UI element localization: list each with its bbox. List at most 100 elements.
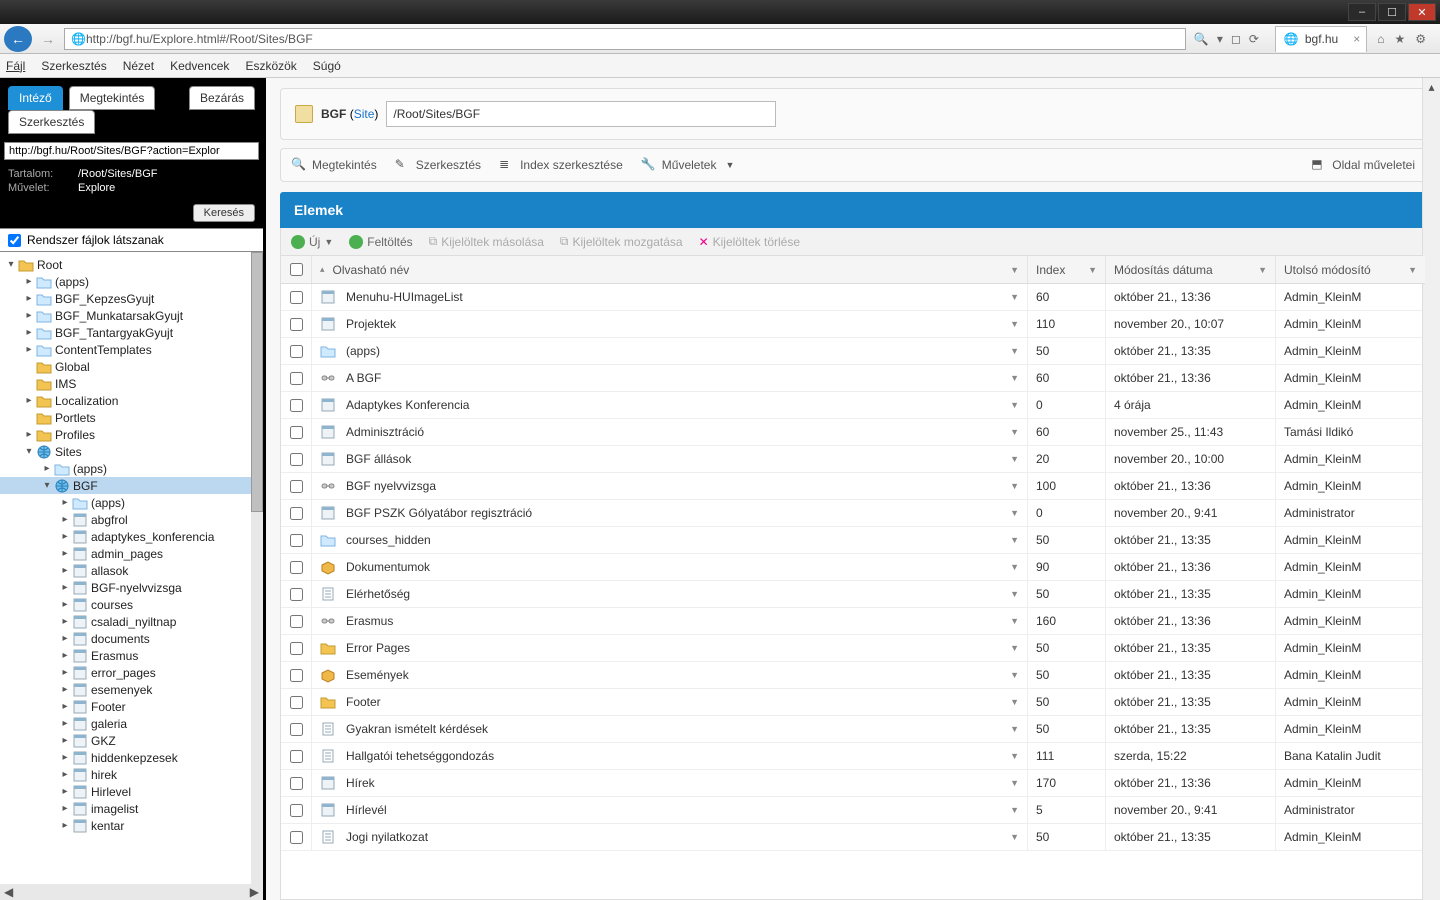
row-checkbox[interactable] (290, 291, 303, 304)
table-row[interactable]: Hallgatói tehetséggondozás▼111szerda, 15… (281, 743, 1425, 770)
toolbar-ops-dropdown[interactable]: 🔧Műveletek▼ (641, 157, 735, 173)
menu-view[interactable]: Nézet (123, 59, 154, 73)
row-checkbox[interactable] (290, 804, 303, 817)
tree-expand-icon[interactable]: ▸ (60, 718, 70, 729)
row-menu-icon[interactable]: ▼ (1010, 292, 1019, 302)
address-bar[interactable]: 🌐 http://bgf.hu/Explore.html#/Root/Sites… (64, 28, 1186, 50)
tree-expand-icon[interactable]: ▸ (60, 497, 70, 508)
row-menu-icon[interactable]: ▼ (1010, 670, 1019, 680)
sidebar-close-button[interactable]: Bezárás (189, 86, 255, 110)
grid-header-user[interactable]: Utolsó módosító▼ (1275, 256, 1425, 283)
action-new-dropdown[interactable]: Új▼ (291, 235, 333, 249)
sidebar-tab-edit[interactable]: Szerkesztés (8, 110, 95, 134)
tree-expand-icon[interactable]: ▸ (24, 344, 34, 355)
row-menu-icon[interactable]: ▼ (1010, 454, 1019, 464)
tree-node[interactable]: ▸esemenyek (0, 681, 263, 698)
tree-node[interactable]: ▸galeria (0, 715, 263, 732)
table-row[interactable]: Hírlevél▼5november 20., 9:41Administrato… (281, 797, 1425, 824)
tree-node[interactable]: ▸Erasmus (0, 647, 263, 664)
menu-favorites[interactable]: Kedvencek (170, 59, 229, 73)
row-checkbox[interactable] (290, 453, 303, 466)
tree-node[interactable]: ▸Localization (0, 392, 263, 409)
window-maximize-button[interactable]: ☐ (1378, 3, 1406, 21)
tree-node[interactable]: Global (0, 358, 263, 375)
row-menu-icon[interactable]: ▼ (1010, 319, 1019, 329)
tree-node[interactable]: ▾Sites (0, 443, 263, 460)
tree-expand-icon[interactable]: ▸ (24, 310, 34, 321)
chevron-down-icon[interactable]: ▼ (1088, 265, 1097, 275)
tree-node[interactable]: ▸(apps) (0, 460, 263, 477)
tree-view[interactable]: ▾Root▸(apps)▸BGF_KepzesGyujt▸BGF_Munkata… (0, 252, 263, 884)
tree-expand-icon[interactable]: ▸ (60, 667, 70, 678)
content-scrollbar[interactable]: ▴ (1422, 78, 1440, 900)
tree-node[interactable]: ▸hiddenkepzesek (0, 749, 263, 766)
scroll-up-icon[interactable]: ▴ (1423, 78, 1440, 96)
table-row[interactable]: Események▼50október 21., 13:35Admin_Klei… (281, 662, 1425, 689)
tree-node[interactable]: ▸Footer (0, 698, 263, 715)
browser-tab-active[interactable]: 🌐 bgf.hu × (1275, 26, 1367, 52)
tree-node[interactable]: ▸(apps) (0, 494, 263, 511)
tree-expand-icon[interactable]: ▸ (60, 599, 70, 610)
row-menu-icon[interactable]: ▼ (1010, 751, 1019, 761)
row-checkbox[interactable] (290, 426, 303, 439)
window-close-button[interactable]: ✕ (1408, 3, 1436, 21)
row-checkbox[interactable] (290, 480, 303, 493)
tree-hscrollbar[interactable]: ◀▶ (0, 884, 263, 900)
sidebar-tab-explore[interactable]: Intéző (8, 86, 63, 110)
tree-expand-icon[interactable]: ▸ (60, 786, 70, 797)
tree-expand-icon[interactable]: ▸ (60, 548, 70, 559)
sidebar-search-button[interactable]: Keresés (193, 204, 255, 222)
tree-expand-icon[interactable]: ▸ (42, 463, 52, 474)
toolbar-view-button[interactable]: 🔍Megtekintés (291, 157, 377, 173)
table-row[interactable]: Jogi nyilatkozat▼50október 21., 13:35Adm… (281, 824, 1425, 851)
tree-node[interactable]: ▸ContentTemplates (0, 341, 263, 358)
table-row[interactable]: BGF állások▼20november 20., 10:00Admin_K… (281, 446, 1425, 473)
table-row[interactable]: A BGF▼60október 21., 13:36Admin_KleinM (281, 365, 1425, 392)
table-row[interactable]: Dokumentumok▼90október 21., 13:36Admin_K… (281, 554, 1425, 581)
tree-scroll-thumb[interactable] (251, 252, 263, 512)
stop-icon[interactable]: ◻ (1231, 32, 1241, 46)
tree-expand-icon[interactable]: ▸ (60, 701, 70, 712)
settings-gear-icon[interactable]: ⚙ (1415, 32, 1426, 46)
window-minimize-button[interactable]: – (1348, 3, 1376, 21)
toolbar-edit-button[interactable]: ✎Szerkesztés (395, 157, 481, 173)
row-menu-icon[interactable]: ▼ (1010, 589, 1019, 599)
table-row[interactable]: Gyakran ismételt kérdések▼50október 21.,… (281, 716, 1425, 743)
toolbar-index-button[interactable]: ≣Index szerkesztése (499, 157, 623, 173)
table-row[interactable]: Error Pages▼50október 21., 13:35Admin_Kl… (281, 635, 1425, 662)
tree-node[interactable]: IMS (0, 375, 263, 392)
row-menu-icon[interactable]: ▼ (1010, 373, 1019, 383)
menu-edit[interactable]: Szerkesztés (41, 59, 106, 73)
row-menu-icon[interactable]: ▼ (1010, 346, 1019, 356)
table-row[interactable]: Menuhu-HUImageList▼60október 21., 13:36A… (281, 284, 1425, 311)
row-checkbox[interactable] (290, 750, 303, 763)
row-checkbox[interactable] (290, 588, 303, 601)
action-copy-button[interactable]: ⧉Kijelöltek másolása (429, 234, 544, 249)
tree-expand-icon[interactable]: ▸ (60, 531, 70, 542)
table-row[interactable]: courses_hidden▼50október 21., 13:35Admin… (281, 527, 1425, 554)
row-menu-icon[interactable]: ▼ (1010, 400, 1019, 410)
table-row[interactable]: Adminisztráció▼60november 25., 11:43Tamá… (281, 419, 1425, 446)
tree-node[interactable]: ▸imagelist (0, 800, 263, 817)
table-row[interactable]: Elérhetőség▼50október 21., 13:35Admin_Kl… (281, 581, 1425, 608)
sidebar-url-field[interactable]: http://bgf.hu/Root/Sites/BGF?action=Expl… (4, 142, 259, 160)
menu-help[interactable]: Súgó (313, 59, 341, 73)
tree-expand-icon[interactable]: ▸ (60, 565, 70, 576)
tree-node[interactable]: ▾BGF (0, 477, 263, 494)
tree-node[interactable]: ▸Profiles (0, 426, 263, 443)
tree-node[interactable]: ▸kentar (0, 817, 263, 834)
system-files-checkbox-input[interactable] (8, 234, 21, 247)
favorites-icon[interactable]: ★ (1394, 32, 1405, 46)
table-row[interactable]: Adaptykes Konferencia▼04 órájaAdmin_Klei… (281, 392, 1425, 419)
tree-node[interactable]: ▸allasok (0, 562, 263, 579)
content-type-link[interactable]: Site (354, 107, 375, 121)
chevron-down-icon[interactable]: ▼ (1258, 265, 1267, 275)
table-row[interactable]: Footer▼50október 21., 13:35Admin_KleinM (281, 689, 1425, 716)
menu-file[interactable]: Fájl (6, 59, 25, 73)
tree-node[interactable]: ▸admin_pages (0, 545, 263, 562)
row-menu-icon[interactable]: ▼ (1010, 508, 1019, 518)
grid-header-checkbox[interactable] (281, 256, 311, 283)
tree-expand-icon[interactable]: ▸ (60, 616, 70, 627)
table-row[interactable]: BGF PSZK Gólyatábor regisztráció▼0novemb… (281, 500, 1425, 527)
tree-node[interactable]: ▸BGF_KepzesGyujt (0, 290, 263, 307)
